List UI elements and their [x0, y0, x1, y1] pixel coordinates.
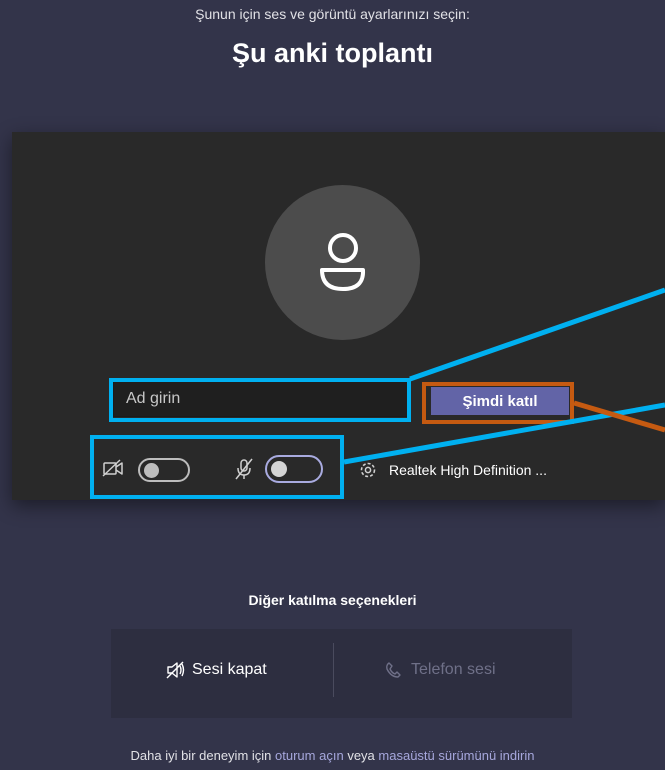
- audio-device-label[interactable]: Realtek High Definition ...: [389, 462, 547, 478]
- download-desktop-link[interactable]: masaüstü sürümünü indirin: [378, 748, 534, 763]
- page-title: Şu anki toplantı: [231, 38, 433, 68]
- mic-off-icon: [235, 458, 253, 480]
- speaker-off-icon: [166, 661, 185, 679]
- mic-toggle[interactable]: [265, 455, 323, 483]
- preview-panel: Şimdi katıl Realtek High Definition ...: [12, 132, 665, 500]
- footer-prefix: Daha iyi bir deneyim için: [130, 748, 272, 763]
- audio-off-button[interactable]: Sesi kapat: [166, 661, 267, 679]
- avatar-person-icon: [320, 233, 366, 291]
- mic-toggle-knob: [271, 461, 287, 477]
- subtitle: Şunun için ses ve görüntü ayarlarınızı s…: [195, 6, 470, 22]
- gear-icon[interactable]: [357, 459, 379, 481]
- camera-off-icon: [102, 459, 123, 477]
- phone-audio-label: Telefon sesi: [411, 661, 496, 678]
- phone-icon: [386, 662, 401, 678]
- sign-in-link[interactable]: oturum açın: [275, 748, 344, 763]
- camera-toggle[interactable]: [138, 458, 190, 482]
- footer-middle: veya: [347, 748, 375, 763]
- footer: Daha iyi bir deneyim için oturum açın ve…: [0, 748, 665, 763]
- other-join-options-title: Diğer katılma seçenekleri: [248, 592, 417, 608]
- phone-audio-button: Telefon sesi: [385, 661, 496, 679]
- other-join-options-panel: Sesi kapat Telefon sesi: [111, 629, 572, 718]
- name-input[interactable]: [113, 381, 409, 417]
- options-divider: [333, 643, 334, 697]
- camera-toggle-knob: [144, 463, 159, 478]
- audio-off-label: Sesi kapat: [192, 661, 267, 678]
- avatar: [265, 185, 420, 340]
- join-now-button[interactable]: Şimdi katıl: [431, 387, 569, 415]
